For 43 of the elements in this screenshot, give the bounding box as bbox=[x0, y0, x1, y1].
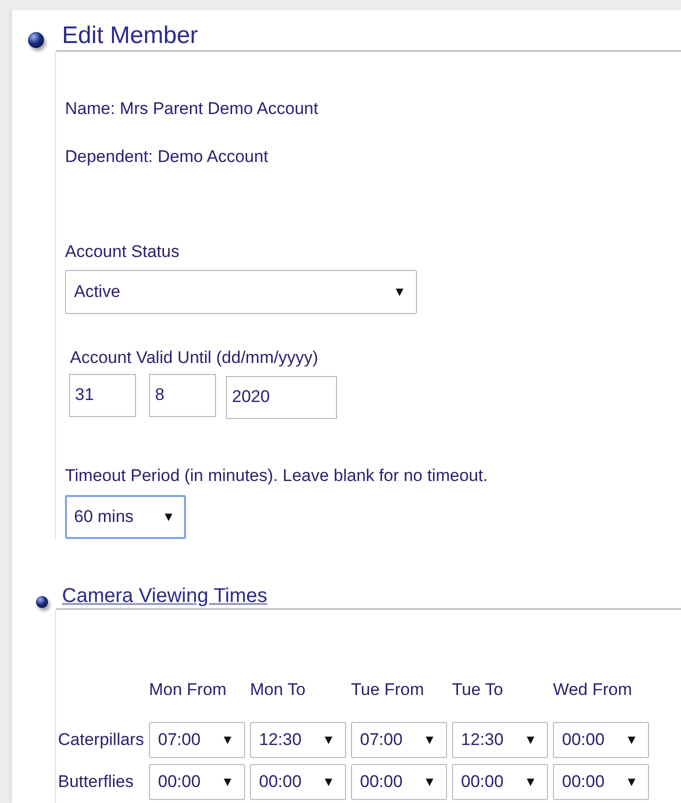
caret-icon: ▼ bbox=[423, 732, 436, 748]
time-dropdown[interactable]: 12:30 ▼ bbox=[452, 722, 548, 758]
caret-icon: ▼ bbox=[524, 774, 537, 790]
bullet-icon bbox=[28, 32, 44, 48]
room-name: Caterpillars bbox=[58, 730, 144, 749]
caret-icon: ▼ bbox=[221, 774, 234, 790]
month-input[interactable]: 8 bbox=[149, 374, 216, 417]
time-dropdown[interactable]: 00:00 ▼ bbox=[552, 764, 649, 800]
column-header: Mon From bbox=[148, 680, 226, 699]
caret-icon: ▼ bbox=[393, 284, 406, 300]
field-label: Timeout Period (in minutes). Leave blank for no timeout. bbox=[65, 464, 489, 486]
field-label: Account Status bbox=[65, 240, 180, 262]
caret-icon: ▼ bbox=[221, 732, 234, 748]
time-dropdown[interactable]: 00:00 ▼ bbox=[452, 764, 548, 800]
day-input[interactable]: 31 bbox=[69, 374, 136, 417]
member-name: Name: Mrs Parent Demo Account bbox=[65, 98, 320, 119]
status-dropdown[interactable]: Active ▼ bbox=[65, 270, 417, 314]
year-input[interactable]: 2020 bbox=[226, 376, 337, 419]
time-dropdown[interactable]: 12:30 ▼ bbox=[250, 722, 346, 758]
column-header: Wed From bbox=[552, 680, 632, 699]
time-dropdown[interactable]: 00:00 ▼ bbox=[250, 764, 346, 800]
caret-icon: ▼ bbox=[322, 774, 335, 790]
bullet-icon bbox=[36, 596, 48, 608]
column-header: Tue From bbox=[350, 680, 424, 699]
caret-icon: ▼ bbox=[524, 732, 537, 748]
column-header: Mon To bbox=[250, 680, 306, 699]
time-dropdown[interactable]: 00:00 ▼ bbox=[350, 764, 447, 800]
caret-icon: ▼ bbox=[423, 774, 436, 790]
dependent-name: Dependent: Demo Account bbox=[65, 146, 270, 167]
time-dropdown[interactable]: 07:00 ▼ bbox=[350, 722, 447, 758]
caret-icon: ▼ bbox=[322, 732, 335, 748]
room-name: Butterflies bbox=[58, 772, 134, 791]
time-dropdown[interactable]: 00:00 ▼ bbox=[148, 764, 245, 800]
caret-icon: ▼ bbox=[625, 774, 638, 790]
field-label: Account Valid Until (dd/mm/yyyy) bbox=[69, 346, 320, 368]
time-dropdown[interactable]: 07:00 ▼ bbox=[148, 722, 245, 758]
column-header: Tue To bbox=[452, 680, 504, 699]
timeout-dropdown[interactable]: 60 mins ▼ bbox=[65, 494, 186, 539]
section-title: Camera Viewing Times bbox=[62, 584, 268, 607]
caret-icon: ▼ bbox=[162, 509, 175, 524]
caret-icon: ▼ bbox=[625, 732, 638, 748]
time-dropdown[interactable]: 00:00 ▼ bbox=[552, 722, 649, 758]
section-title: Edit Member bbox=[62, 22, 198, 49]
